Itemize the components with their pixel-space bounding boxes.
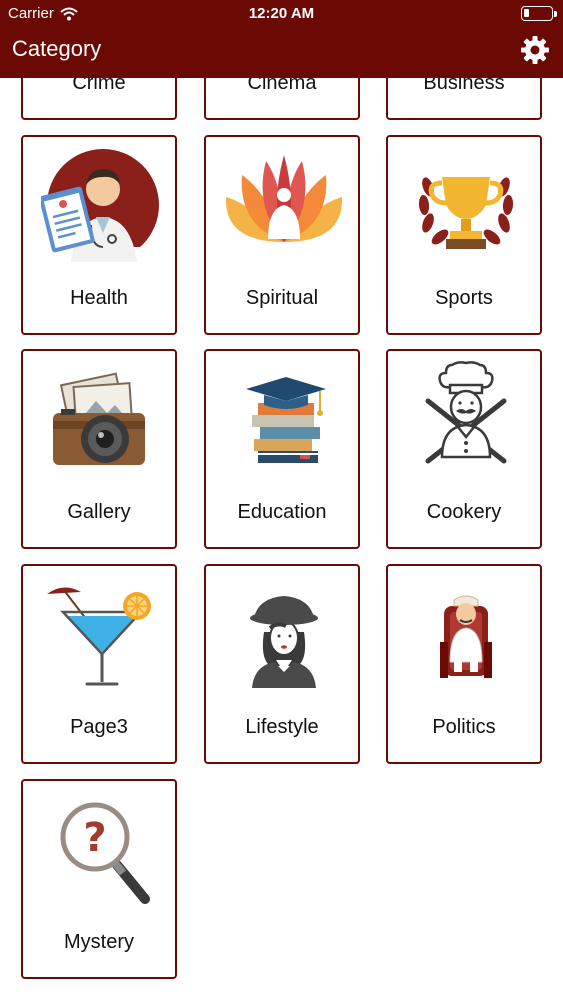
camera-photos-icon <box>53 372 145 465</box>
category-label: Crime <box>72 78 126 94</box>
clock: 12:20 AM <box>248 5 315 22</box>
gear-icon[interactable] <box>519 34 551 66</box>
books-graduation-cap-icon <box>246 377 326 463</box>
svg-text:?: ? <box>83 815 106 861</box>
category-tile-gallery[interactable]: Gallery <box>21 349 177 549</box>
category-tile-cinema[interactable]: Cinema <box>204 78 360 120</box>
category-grid: Crime Cinema Business Health Spiritual S… <box>0 78 563 1000</box>
category-label: Gallery <box>67 501 131 523</box>
battery-cap <box>554 11 557 17</box>
lotus-icon <box>225 155 343 242</box>
category-label: Page3 <box>70 716 128 738</box>
category-label: Business <box>423 78 505 94</box>
category-tile-health[interactable]: Health <box>21 135 177 335</box>
category-tile-education[interactable]: Education <box>204 349 360 549</box>
battery-icon <box>521 6 553 21</box>
chef-icon <box>425 361 507 464</box>
category-label: Politics <box>432 716 496 738</box>
category-label: Lifestyle <box>245 716 319 738</box>
category-tile-mystery[interactable]: ? Mystery <box>21 779 177 979</box>
category-tile-cookery[interactable]: Cookery <box>386 349 542 549</box>
category-label: Sports <box>435 287 493 309</box>
category-label: Education <box>237 501 327 523</box>
magnifier-question-icon: ? <box>60 802 150 904</box>
category-tile-spiritual[interactable]: Spiritual <box>204 135 360 335</box>
category-tile-business[interactable]: Business <box>386 78 542 120</box>
category-label: Spiritual <box>245 287 319 309</box>
category-tile-sports[interactable]: Sports <box>386 135 542 335</box>
category-label: Health <box>70 287 128 309</box>
category-label: Mystery <box>64 931 134 953</box>
nav-bar: Category <box>0 28 563 78</box>
category-label: Cookery <box>426 501 502 523</box>
politician-chair-icon <box>440 595 492 678</box>
trophy-icon <box>418 177 514 249</box>
category-tile-lifestyle[interactable]: Lifestyle <box>204 564 360 764</box>
category-tile-crime[interactable]: Crime <box>21 78 177 120</box>
category-tile-politics[interactable]: Politics <box>386 564 542 764</box>
woman-hat-icon <box>250 596 318 688</box>
page-title: Category <box>12 36 102 61</box>
category-tile-page3[interactable]: Page3 <box>21 564 177 764</box>
doctor-icon <box>41 149 161 267</box>
category-label: Cinema <box>247 78 317 94</box>
status-bar: Carrier 12:20 AM <box>0 0 563 28</box>
cocktail-icon <box>47 587 151 686</box>
